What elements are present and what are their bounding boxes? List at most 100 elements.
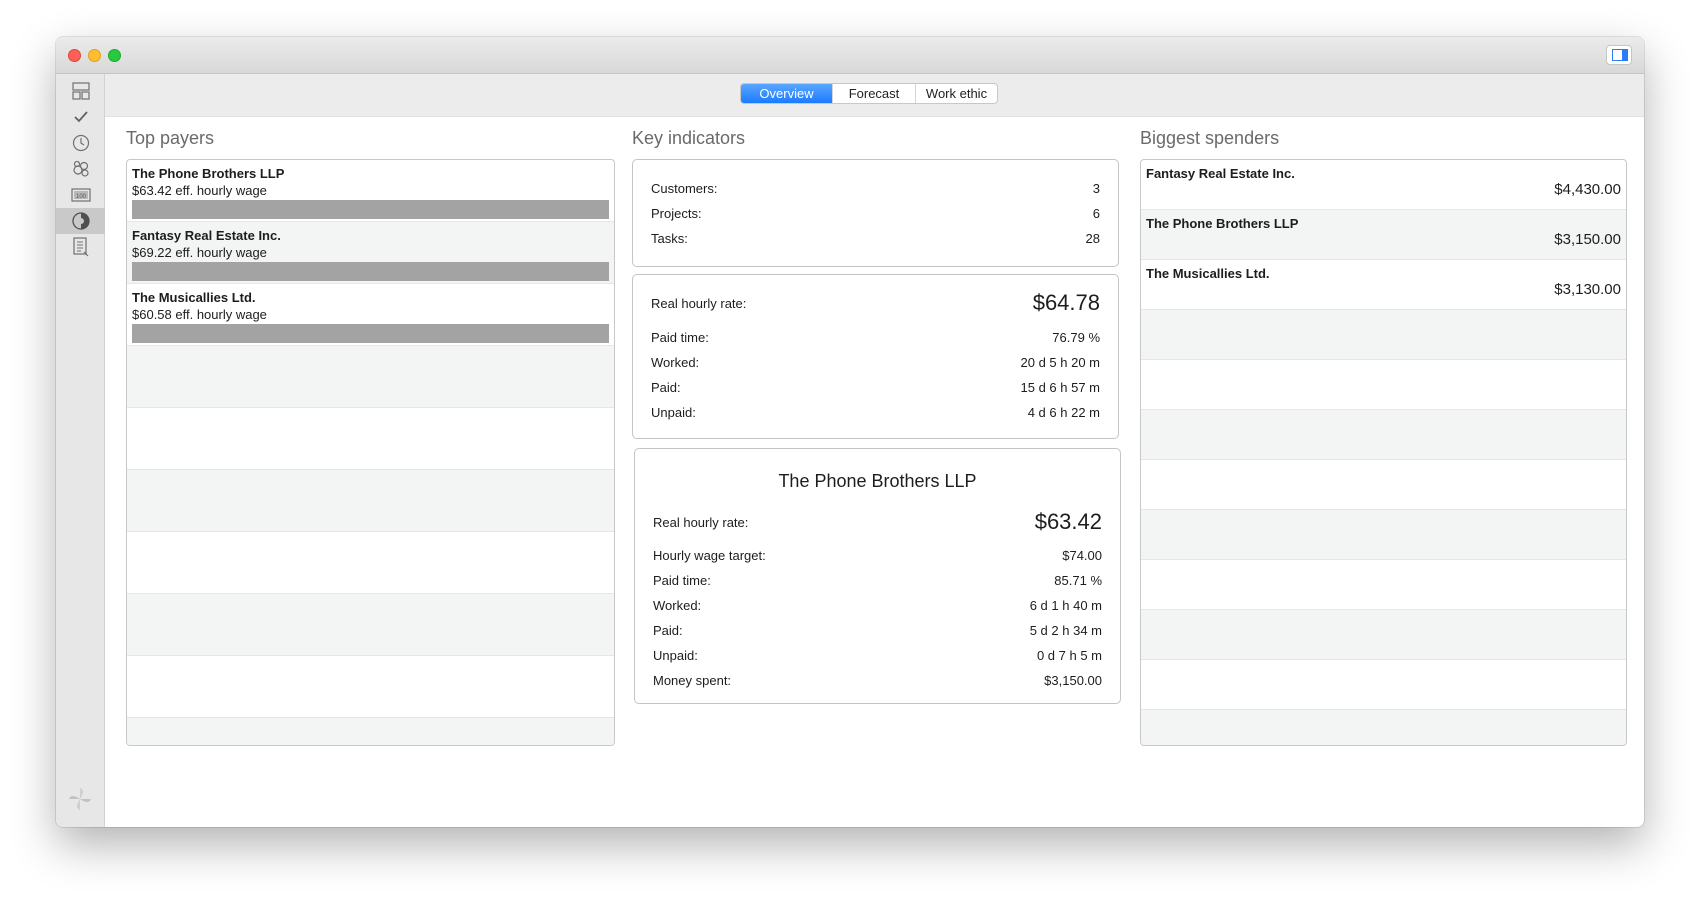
tab-work-ethic[interactable]: Work ethic <box>916 84 997 103</box>
payer-wage-bar <box>132 262 609 281</box>
kv-label: Paid time: <box>653 573 711 588</box>
sidebar-item-invoices[interactable] <box>56 234 105 260</box>
title-bar <box>56 37 1644 74</box>
sidebar-item-tasks[interactable] <box>56 104 105 130</box>
invoice-icon <box>72 237 88 257</box>
empty-row <box>127 594 614 656</box>
zoom-window-button[interactable] <box>108 49 121 62</box>
kv-row: Unpaid: 4 d 6 h 22 m <box>651 405 1100 420</box>
checkmark-icon <box>73 111 88 123</box>
payer-wage-bar <box>132 324 609 343</box>
payer-name: Fantasy Real Estate Inc. <box>132 228 281 243</box>
spender-amount: $3,150.00 <box>1554 231 1621 248</box>
kv-label: Worked: <box>653 598 702 613</box>
spender-amount: $4,430.00 <box>1554 181 1621 198</box>
empty-row <box>127 718 614 745</box>
kv-label: Paid: <box>653 623 683 638</box>
rate-value: $63.42 <box>1034 509 1102 534</box>
tab-forecast[interactable]: Forecast <box>833 84 916 103</box>
sidebar-item-time[interactable] <box>56 130 105 156</box>
empty-row <box>127 532 614 594</box>
kv-label: Unpaid: <box>651 405 696 420</box>
rate-value: $64.78 <box>1032 290 1100 315</box>
svg-text:100: 100 <box>75 194 86 200</box>
kv-value: 28 <box>1085 231 1100 246</box>
kv-value: 20 d 5 h 20 m <box>1020 355 1101 370</box>
kv-row: Money spent: $3,150.00 <box>653 673 1102 688</box>
list-item[interactable]: The Phone Brothers LLP $63.42 eff. hourl… <box>127 160 614 222</box>
kv-value: $74.00 <box>1062 548 1102 563</box>
pinwheel-logo-icon <box>69 788 91 810</box>
empty-row <box>1141 310 1626 360</box>
sidebar-item-customers[interactable] <box>56 156 105 182</box>
projects-count: Projects: 6 <box>651 206 1100 221</box>
empty-row <box>1141 660 1626 710</box>
reports-icon <box>71 212 90 230</box>
real-hourly-rate: Real hourly rate: $63.42 <box>653 509 1102 535</box>
real-hourly-rate: Real hourly rate: $64.78 <box>651 290 1100 316</box>
kv-row: Worked: 20 d 5 h 20 m <box>651 355 1100 370</box>
payer-wage: $63.42 eff. hourly wage <box>132 183 267 198</box>
kv-value: 6 <box>1092 206 1100 221</box>
key-indicators-title: Key indicators <box>632 128 746 148</box>
empty-row <box>127 656 614 718</box>
list-item[interactable]: Fantasy Real Estate Inc. $69.22 eff. hou… <box>127 222 614 284</box>
kv-label: Customers: <box>651 181 718 196</box>
app-logo <box>67 786 93 817</box>
biggest-spenders-title: Biggest spenders <box>1140 128 1280 148</box>
sidebar: 100 <box>56 74 105 827</box>
customers-count: Customers: 3 <box>651 181 1100 196</box>
empty-row <box>1141 460 1626 510</box>
sidebar-panel-icon <box>1612 49 1628 61</box>
kv-value: 0 d 7 h 5 m <box>1036 648 1102 663</box>
empty-row <box>1141 610 1626 660</box>
app-window: 100 Overview Forecast Work ethic Top pay… <box>56 37 1644 827</box>
sidebar-item-finances[interactable]: 100 <box>56 182 105 208</box>
close-window-button[interactable] <box>68 49 81 62</box>
clock-icon <box>72 134 89 152</box>
spender-name: The Phone Brothers LLP <box>1146 216 1299 231</box>
payer-name: The Phone Brothers LLP <box>132 166 285 181</box>
people-icon <box>72 160 89 177</box>
kv-label: Tasks: <box>651 231 688 246</box>
list-item[interactable]: Fantasy Real Estate Inc. $4,430.00 <box>1141 160 1626 210</box>
kv-label: Hourly wage target: <box>653 548 766 563</box>
toggle-panel-button[interactable] <box>1606 45 1632 65</box>
kv-row: Paid time: 76.79 % <box>651 330 1100 345</box>
sidebar-item-dashboard[interactable] <box>56 78 105 104</box>
payer-name: The Musicallies Ltd. <box>132 290 256 305</box>
kv-value: $3,150.00 <box>1044 673 1102 688</box>
tab-overview[interactable]: Overview <box>741 84 833 103</box>
kv-label: Real hourly rate: <box>653 514 749 530</box>
toolbar: Overview Forecast Work ethic <box>105 74 1644 117</box>
kv-label: Unpaid: <box>653 648 698 663</box>
payer-wage: $60.58 eff. hourly wage <box>132 307 267 322</box>
empty-row <box>127 408 614 470</box>
spender-name: Fantasy Real Estate Inc. <box>1146 166 1295 181</box>
dashboard-icon <box>71 82 90 100</box>
payer-wage: $69.22 eff. hourly wage <box>132 245 267 260</box>
minimize-window-button[interactable] <box>88 49 101 62</box>
empty-row <box>127 346 614 408</box>
empty-row <box>1141 410 1626 460</box>
kv-value: 15 d 6 h 57 m <box>1020 380 1101 395</box>
kv-label: Paid time: <box>651 330 709 345</box>
kv-row: Unpaid: 0 d 7 h 5 m <box>653 648 1102 663</box>
customer-name-title: The Phone Brothers LLP <box>778 471 977 491</box>
empty-row <box>1141 560 1626 610</box>
empty-row <box>127 470 614 532</box>
biggest-spenders-list[interactable]: Fantasy Real Estate Inc. $4,430.00 The P… <box>1140 159 1627 746</box>
list-item[interactable]: The Musicallies Ltd. $60.58 eff. hourly … <box>127 284 614 346</box>
list-item[interactable]: The Musicallies Ltd. $3,130.00 <box>1141 260 1626 310</box>
list-item[interactable]: The Phone Brothers LLP $3,150.00 <box>1141 210 1626 260</box>
kv-label: Money spent: <box>653 673 732 688</box>
empty-row <box>1141 360 1626 410</box>
kv-value: 76.79 % <box>1052 330 1100 345</box>
spender-amount: $3,130.00 <box>1554 281 1621 298</box>
kv-value: 6 d 1 h 40 m <box>1029 598 1102 613</box>
kv-label: Paid: <box>651 380 681 395</box>
top-payers-list[interactable]: The Phone Brothers LLP $63.42 eff. hourl… <box>126 159 615 746</box>
money-icon: 100 <box>70 188 91 202</box>
sidebar-item-reports[interactable] <box>56 208 105 234</box>
top-payers-title: Top payers <box>126 128 215 148</box>
